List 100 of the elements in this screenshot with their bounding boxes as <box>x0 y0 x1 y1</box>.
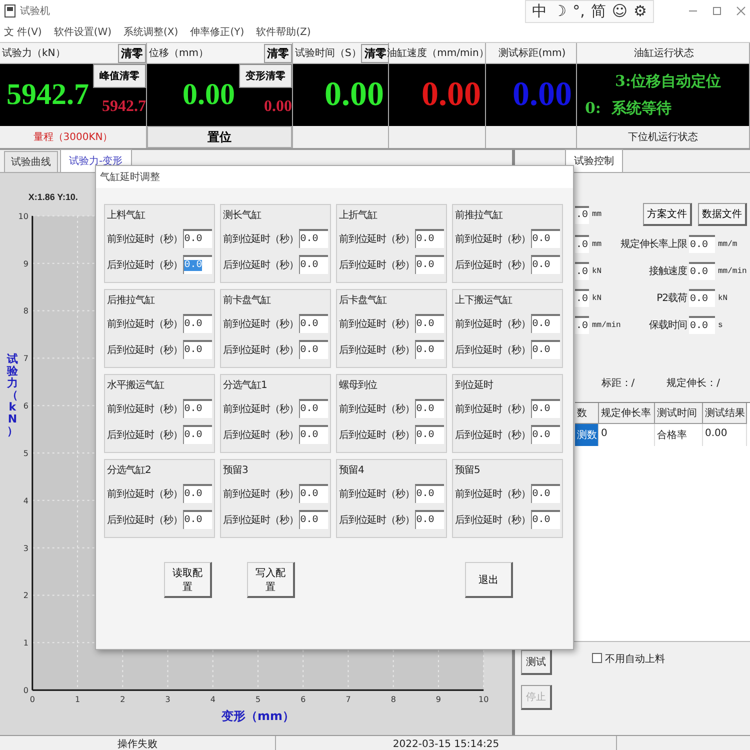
input-field[interactable]: .0 <box>575 289 589 307</box>
input-field[interactable]: 0.0 <box>531 484 560 503</box>
readout-value: 5942.7 <box>6 78 89 112</box>
unit-label: mm <box>591 210 603 219</box>
peak-value: 5942.7 <box>102 98 146 116</box>
input-field[interactable]: .0 <box>575 316 589 334</box>
checkbox[interactable] <box>592 653 602 663</box>
menu-item[interactable]: 伸率修正(Y) <box>190 25 244 39</box>
input-field[interactable]: 0.0 <box>299 510 328 529</box>
param-label: 保载时间 <box>648 318 688 332</box>
input-field[interactable]: 0.0 <box>689 262 715 280</box>
tick-label: 0 <box>30 695 35 704</box>
dialog-button[interactable]: 读取配置 <box>164 562 212 598</box>
maximize-icon[interactable] <box>712 6 722 16</box>
delay-label: 后到位延时（秒） <box>223 514 298 526</box>
tick-label: 8 <box>390 695 396 704</box>
tick-label: 7 <box>346 695 351 704</box>
peak-value: 0.00 <box>264 98 292 116</box>
input-field[interactable]: 0.0 <box>183 510 212 529</box>
zero-button[interactable]: 清零 <box>264 44 292 62</box>
tick-label: 3 <box>165 695 170 704</box>
input-field[interactable]: 0.0 <box>299 314 328 333</box>
menu-item[interactable]: 软件帮助(Z) <box>256 25 311 39</box>
param-label: 规定伸长率上限 <box>620 238 688 251</box>
zero-button[interactable]: 峰值清零 <box>93 64 146 88</box>
input-field[interactable]: .0 <box>575 262 589 280</box>
delay-label: 前到位延时（秒） <box>223 232 298 246</box>
input-field[interactable]: 0.0 <box>689 235 715 253</box>
input-field[interactable]: 0.0 <box>183 229 212 248</box>
delay-label: 前到位延时（秒） <box>223 488 298 500</box>
ime-button[interactable]: 简 <box>590 2 606 20</box>
input-field[interactable]: 0.0 <box>531 425 560 444</box>
input-field[interactable]: 0.0 <box>299 399 328 418</box>
group-title: 分选气缸1 <box>223 378 268 392</box>
input-field[interactable]: 0.0 <box>299 484 328 503</box>
input-field[interactable]: 0.0 <box>531 255 560 274</box>
input-field[interactable]: 0.0 <box>299 229 328 248</box>
input-field[interactable]: 0.0 <box>415 425 444 444</box>
input-field[interactable]: 0.0 <box>415 314 444 333</box>
zero-button[interactable]: 变形清零 <box>239 64 292 88</box>
menu-item[interactable]: 文 件(V) <box>4 25 42 39</box>
unit-label: mm/min <box>591 320 619 330</box>
input-field[interactable]: 0.0 <box>299 425 328 444</box>
ime-button[interactable]: 中 <box>532 2 548 20</box>
footer-label: 下位机运行状态 <box>628 130 698 144</box>
ime-button[interactable]: °, <box>572 2 585 20</box>
input-field[interactable]: 0.0 <box>531 510 560 529</box>
input-field[interactable]: 0.0 <box>689 316 715 334</box>
input-field[interactable]: 0.0 <box>531 399 560 418</box>
input-field[interactable]: 0.0 <box>531 314 560 333</box>
input-field[interactable]: 0.0 <box>183 314 212 333</box>
input-field[interactable]: 0.0 <box>183 425 212 444</box>
zero-button[interactable]: 清零 <box>118 44 146 62</box>
input-field[interactable]: 0.0 <box>415 484 444 503</box>
input-field[interactable]: .0 <box>575 206 589 224</box>
input-field[interactable]: 0.0 <box>415 340 444 359</box>
table-cell[interactable]: 测数 <box>575 424 599 446</box>
input-field[interactable]: 0.0 <box>531 229 560 248</box>
group-title: 上料气缸 <box>107 208 146 222</box>
input-field[interactable]: 0.0 <box>183 340 212 359</box>
input-field[interactable]: 0.0 <box>299 255 328 274</box>
ime-button[interactable]: ☽ <box>553 2 567 20</box>
input-field[interactable]: 0.0 <box>183 484 212 503</box>
input-field[interactable]: 0.0 <box>183 399 212 418</box>
menu-item[interactable]: 系统调整(X) <box>124 25 178 39</box>
input-field[interactable]: .0 <box>575 235 589 253</box>
control-button[interactable]: 测试 <box>521 650 552 675</box>
column-header: 测试时间 <box>655 403 703 424</box>
delay-label: 后到位延时（秒） <box>339 428 414 442</box>
input-field[interactable]: 0.0 <box>415 399 444 418</box>
input-field[interactable]: 0.0 <box>415 255 444 274</box>
summary-label: 标距：/ <box>601 376 635 390</box>
input-field[interactable]: 0.0 <box>415 510 444 529</box>
delay-label: 后到位延时（秒） <box>455 428 530 442</box>
input-field[interactable]: 0.0 <box>299 340 328 359</box>
delay-label: 前到位延时（秒） <box>107 488 182 500</box>
menu-item[interactable]: 软件设置(W) <box>54 25 112 39</box>
column-header: 测试结果 <box>703 403 747 424</box>
control-tab[interactable]: 试验控制 <box>565 149 623 172</box>
ime-button[interactable]: ☺ <box>612 2 628 20</box>
unit-label: kN <box>591 294 603 302</box>
file-button[interactable]: 数据文件 <box>698 203 747 226</box>
input-field[interactable]: 0.0 <box>689 289 715 307</box>
ime-button[interactable]: ⚙ <box>634 2 647 20</box>
tick-label: 9 <box>436 695 442 704</box>
app-icon <box>4 4 16 18</box>
input-field[interactable]: 0.0 <box>531 340 560 359</box>
file-button[interactable]: 方案文件 <box>643 203 692 226</box>
chart-tab[interactable]: 试验曲线 <box>4 151 58 172</box>
tick-label: 10 <box>478 695 489 704</box>
delay-label: 前到位延时（秒） <box>339 318 414 330</box>
dialog-button[interactable]: 退出 <box>465 562 513 598</box>
dialog-button[interactable]: 写入配置 <box>247 562 295 598</box>
close-icon[interactable] <box>736 6 746 16</box>
input-field[interactable]: 0.0 <box>415 229 444 248</box>
delay-label: 前到位延时（秒） <box>339 232 414 246</box>
group-title: 后卡盘气缸 <box>339 294 388 307</box>
reset-button[interactable]: 置位 <box>147 126 292 148</box>
tick-label: 4 <box>210 695 216 704</box>
readout-label: 位移（mm） <box>149 47 208 60</box>
